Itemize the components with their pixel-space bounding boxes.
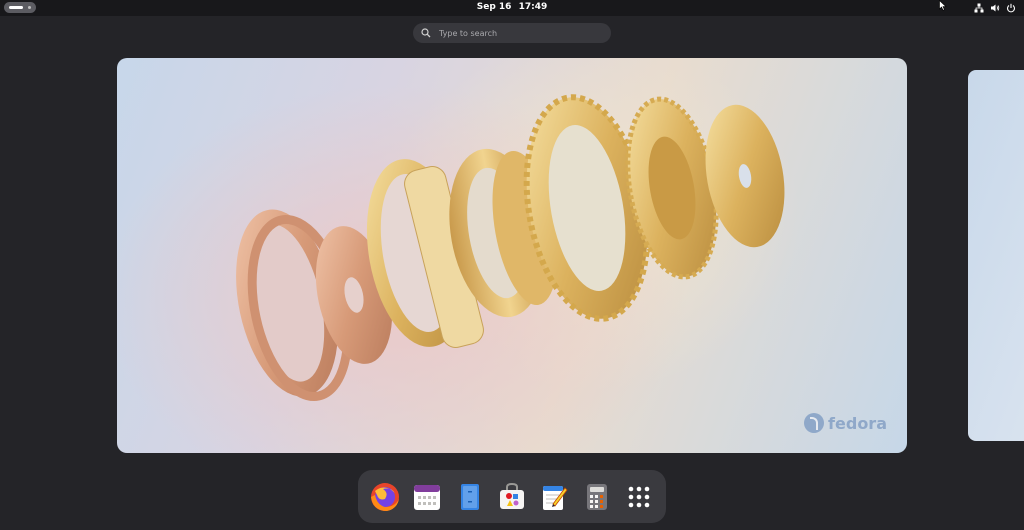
dash-app-software[interactable]	[495, 480, 529, 514]
dash-app-files[interactable]	[453, 480, 487, 514]
power-icon	[1006, 3, 1016, 13]
calculator-icon	[586, 483, 607, 510]
clock[interactable]: Sep 16 17:49	[0, 2, 1024, 12]
next-workspace-thumbnail[interactable]	[968, 70, 1024, 441]
workspace-thumbnail[interactable]: fedora	[117, 58, 907, 453]
files-icon	[460, 483, 479, 510]
search-bar[interactable]	[413, 23, 611, 43]
calendar-icon	[414, 484, 441, 510]
text-editor-icon	[543, 485, 568, 510]
dash-app-calendar[interactable]	[410, 480, 444, 514]
wallpaper-gears-illustration	[236, 94, 785, 402]
dash-app-calculator[interactable]	[580, 480, 614, 514]
mouse-cursor-icon	[939, 0, 947, 11]
search-input[interactable]	[439, 28, 599, 38]
network-icon	[974, 3, 984, 13]
fedora-logo: fedora	[804, 413, 887, 433]
dash-show-apps-button[interactable]	[622, 480, 656, 514]
firefox-icon	[371, 482, 400, 511]
app-grid-icon	[628, 486, 650, 507]
fedora-mark-icon	[804, 413, 825, 433]
search-icon	[421, 28, 431, 38]
fedora-logo-text: fedora	[828, 413, 887, 433]
top-bar: Sep 16 17:49	[0, 0, 1024, 16]
volume-icon	[991, 4, 1000, 12]
clock-date: Sep 16	[476, 2, 512, 12]
dash-app-firefox[interactable]	[368, 480, 402, 514]
dash-app-text-editor[interactable]	[537, 480, 571, 514]
dash	[358, 470, 666, 523]
clock-time: 17:49	[518, 2, 548, 12]
system-tray[interactable]	[974, 3, 1016, 13]
software-icon	[499, 482, 524, 509]
